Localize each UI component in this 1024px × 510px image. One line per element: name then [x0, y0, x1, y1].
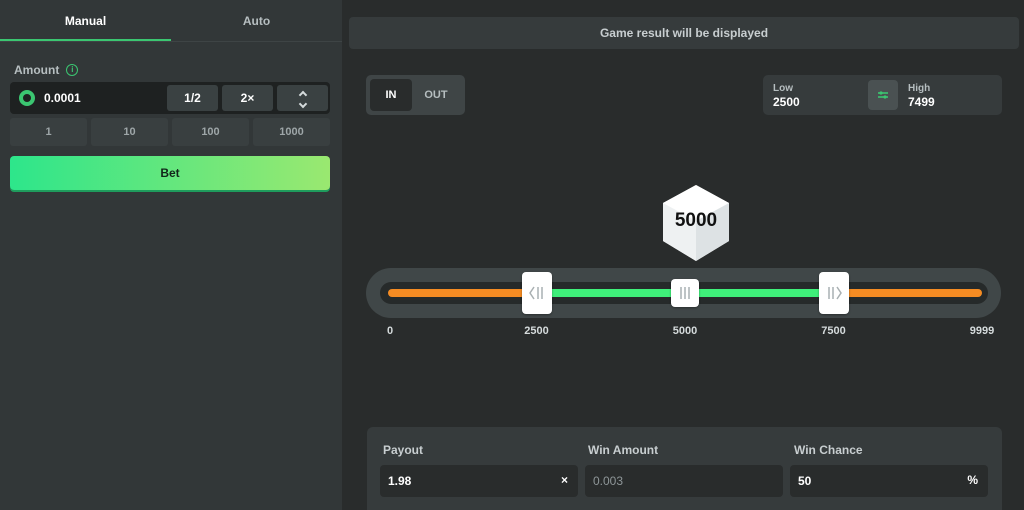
preset-1000-button[interactable]: 1000	[253, 118, 330, 146]
win-amount-field	[585, 465, 783, 497]
high-handle[interactable]	[818, 272, 849, 314]
percent-suffix: %	[967, 473, 978, 487]
payout-label: Payout	[383, 443, 424, 457]
bet-stats-panel: Payout × Win Amount Win Chance %	[367, 427, 1002, 510]
win-amount-label: Win Amount	[588, 443, 659, 457]
tick-label: 0	[386, 325, 394, 337]
low-label: Low	[773, 83, 793, 94]
dice-result: 5000	[661, 183, 731, 263]
drag-right-icon	[827, 286, 842, 300]
dice-value: 5000	[674, 210, 718, 231]
high-value: 7499	[908, 95, 935, 109]
result-marker-handle[interactable]	[671, 279, 700, 307]
preset-10-button[interactable]: 10	[91, 118, 168, 146]
amount-field: 1/2 2×	[10, 82, 330, 114]
payout-multiplier-suffix: ×	[560, 473, 568, 487]
drag-left-icon	[528, 286, 543, 300]
range-display: Low 2500 High 7499	[763, 75, 1002, 115]
bet-button[interactable]: Bet	[10, 156, 330, 190]
tab-manual[interactable]: Manual	[0, 0, 171, 41]
lose-range-left	[388, 289, 537, 297]
out-mode-button[interactable]: OUT	[415, 79, 457, 111]
swap-range-button[interactable]	[868, 80, 898, 110]
win-amount-input	[593, 472, 743, 490]
payout-input[interactable]	[388, 472, 538, 490]
win-chance-input[interactable]	[798, 472, 948, 490]
active-tab-indicator	[0, 39, 171, 41]
chevron-down-icon	[298, 99, 307, 109]
amount-input[interactable]	[44, 88, 164, 108]
tick-label: 9999	[969, 325, 995, 337]
amount-stepper-button[interactable]	[277, 85, 328, 111]
chevron-up-icon	[298, 90, 307, 100]
tab-auto[interactable]: Auto	[171, 0, 342, 41]
coin-icon	[19, 90, 35, 106]
double-amount-button[interactable]: 2×	[222, 85, 273, 111]
low-handle[interactable]	[521, 272, 552, 314]
amount-label-row: Amount i	[14, 63, 79, 77]
drag-grip-icon	[680, 287, 690, 299]
mode-tabs: Manual Auto	[0, 0, 342, 42]
win-chance-label: Win Chance	[794, 443, 863, 457]
sliders-icon	[878, 91, 888, 99]
tick-label: 5000	[672, 325, 698, 337]
amount-label: Amount	[14, 63, 60, 77]
in-mode-button[interactable]: IN	[370, 79, 412, 111]
preset-1-button[interactable]: 1	[10, 118, 87, 146]
low-value: 2500	[773, 95, 800, 109]
lose-range-right	[833, 289, 982, 297]
win-chance-field: %	[790, 465, 988, 497]
tick-label: 2500	[524, 325, 549, 337]
preset-100-button[interactable]: 100	[172, 118, 249, 146]
info-icon[interactable]: i	[66, 64, 79, 76]
game-result-bar: Game result will be displayed	[349, 17, 1019, 49]
half-amount-button[interactable]: 1/2	[167, 85, 218, 111]
payout-field: ×	[380, 465, 578, 497]
in-out-toggle: IN OUT	[366, 75, 465, 115]
amount-presets: 1 10 100 1000	[10, 118, 330, 146]
bet-panel: Manual Auto Amount i 1/2 2× 1 10 100 100…	[0, 0, 342, 510]
high-label: High	[908, 83, 931, 94]
tick-label: 7500	[821, 325, 846, 337]
